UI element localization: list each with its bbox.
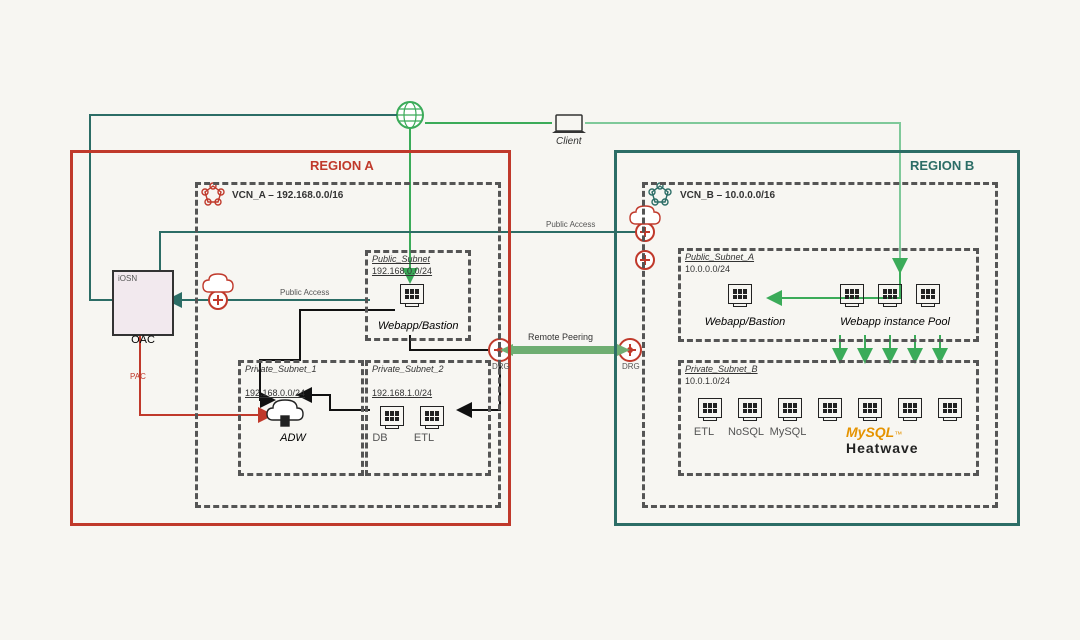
oac-label: OAC [108,334,178,346]
private-subnet-1 [238,360,364,476]
architecture-diagram: REGION A VCN_A – 192.168.0.0/16 iOSN OAC… [0,0,1080,640]
private-subnet-b-cidr: 10.0.1.0/24 [685,376,730,386]
server-icon [840,284,864,304]
public-subnet-b-name: Public_Subnet_A [685,252,754,262]
vcn-b-label: VCN_B – 10.0.0.0/16 [680,190,775,201]
server-icon [818,398,842,418]
public-access-a: Public Access [280,288,329,297]
server-icon [738,398,762,418]
public-access-b: Public Access [546,220,595,229]
public-subnet-b-cidr: 10.0.0.0/24 [685,264,730,274]
heatwave-brand: MySQL™ Heatwave [846,424,919,456]
public-subnet-a-name: Public_Subnet [372,254,430,264]
bastion-b-label: Webapp/Bastion [700,316,790,328]
vcn-a-label: VCN_A – 192.168.0.0/16 [232,190,343,201]
server-icon [400,284,424,304]
private-subnet-2-cidr: 192.168.1.0/24 [372,388,432,398]
mysql-label: MySQL [766,426,810,438]
client-label: Client [556,136,582,147]
drg-a-label: DRG [492,362,510,371]
server-icon [938,398,962,418]
pac-label: PAC [130,372,146,381]
server-icon [916,284,940,304]
server-icon [728,284,752,304]
server-icon [878,284,902,304]
db-label: DB [360,432,400,444]
etl-label: ETL [404,432,444,444]
server-icon [420,406,444,426]
private-subnet-2-name: Private_Subnet_2 [372,364,442,374]
private-subnet-1-name: Private_Subnet_1 [245,364,315,374]
adw-label: ADW [258,432,328,444]
pool-label: Webapp instance Pool [830,316,960,328]
server-icon [858,398,882,418]
public-subnet-a-cidr: 192.168.0.0/24 [372,266,432,276]
remote-peering-label: Remote Peering [528,332,593,342]
osn-box: iOSN [112,270,174,336]
nosql-label: NoSQL [724,426,768,438]
server-icon [380,406,404,426]
etl-b-label: ETL [684,426,724,438]
private-subnet-b-name: Private_Subnet_B [685,364,758,374]
region-b-title: REGION B [910,158,974,173]
osn-label: OSN [120,274,137,283]
server-icon [898,398,922,418]
private-subnet-1-cidr: 192.168.0.0/24 [245,388,305,398]
public-subnet-a-host: Webapp/Bastion [378,320,458,332]
server-icon [778,398,802,418]
region-a-title: REGION A [310,158,374,173]
server-icon [698,398,722,418]
drg-b-label: DRG [622,362,640,371]
